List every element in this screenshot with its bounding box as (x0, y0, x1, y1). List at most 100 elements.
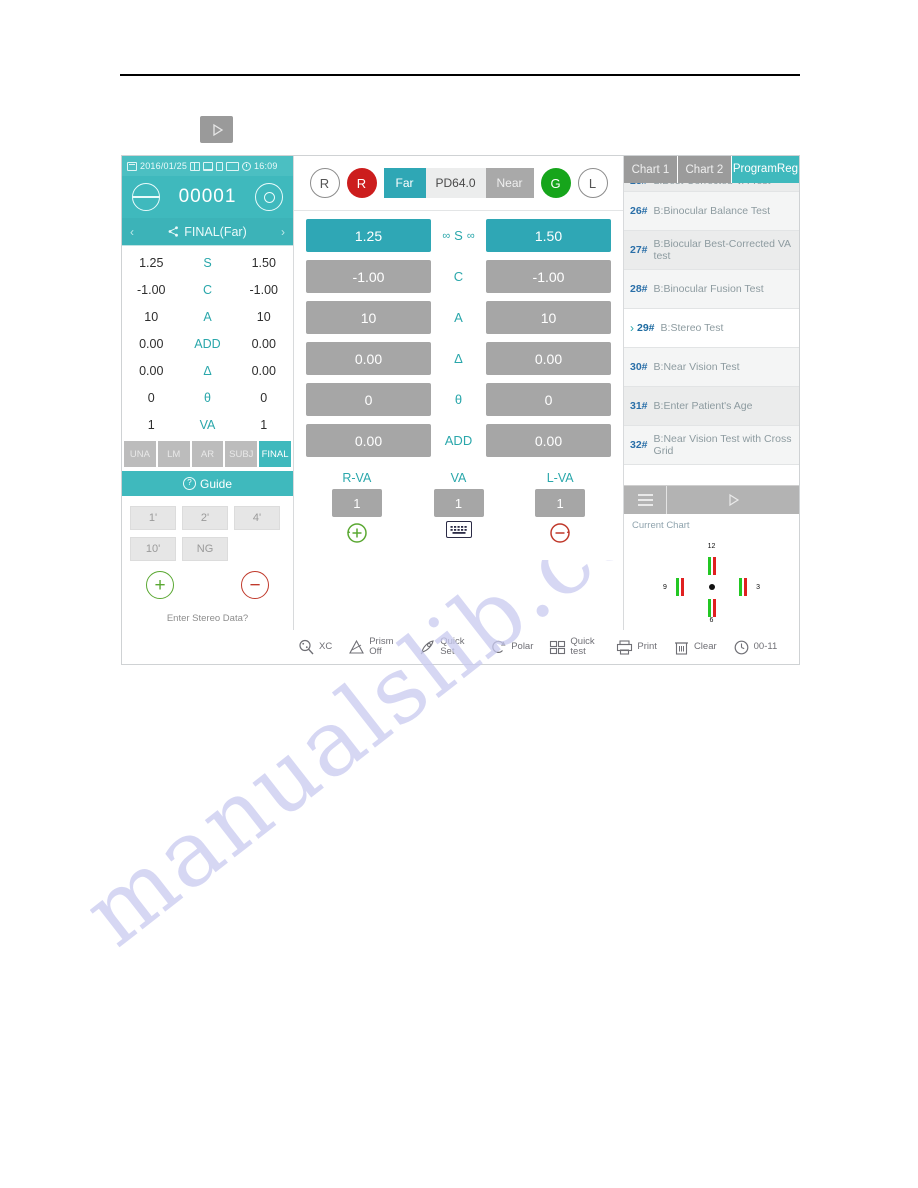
far-button[interactable]: Far (383, 168, 426, 198)
chevron-right-icon: › (630, 321, 634, 335)
tab-final[interactable]: FINAL (259, 441, 291, 467)
item-text: B:Binocular Fusion Test (653, 283, 764, 295)
nav-prev-button[interactable]: ‹ (130, 225, 134, 239)
left-panel: 2016/01/25 16:09 00001 ‹ FINAL(Far) › 1.… (122, 156, 294, 664)
row-right-value: 0 (147, 390, 155, 405)
left-value-s[interactable]: 1.50 (486, 219, 611, 252)
row-right-value: 0.00 (139, 336, 164, 351)
list-item[interactable]: 28# B:Binocular Fusion Test (624, 270, 799, 309)
tab-program-reg[interactable]: ProgramReg (731, 156, 800, 183)
list-item[interactable]: 26# B:Binocular Balance Test (624, 192, 799, 231)
left-value-prism[interactable]: 0.00 (486, 342, 611, 375)
eye-left-active-button[interactable]: G (540, 168, 571, 198)
list-item[interactable]: 31# B:Enter Patient's Age (624, 387, 799, 426)
patient-id: 00001 (178, 186, 237, 207)
tab-subj[interactable]: SUBJ (225, 441, 258, 467)
left-value-a[interactable]: 10 (486, 301, 611, 334)
row-right-value: 1 (147, 417, 155, 432)
list-item-selected[interactable]: › 29# B:Stereo Test (624, 309, 799, 348)
battery-icon (216, 161, 224, 171)
tab-una[interactable]: UNA (124, 441, 156, 467)
va-value-right[interactable]: 1 (331, 489, 382, 517)
table-row: 0.00 ADD 0.00 (122, 330, 293, 357)
guide-button-row: 1' 2' 4' (130, 506, 285, 530)
row-left-value: -1.00 (249, 282, 279, 297)
pd-value[interactable]: PD64.0 (425, 168, 486, 198)
guide-bar[interactable]: ? Guide (122, 471, 293, 496)
plus-circle-icon[interactable]: + (146, 571, 174, 599)
guide-button-10min[interactable]: 10' (130, 537, 176, 561)
mark-6: 6 (709, 617, 714, 624)
minus-circle-icon[interactable] (548, 521, 572, 545)
hamburger-icon[interactable] (624, 486, 667, 514)
clock-icon (734, 640, 749, 654)
list-item[interactable]: 27# B:Biocular Best-Corrected VA test (624, 231, 799, 270)
program-list[interactable]: 25# L:Best-Corrected VA Test 26# B:Binoc… (624, 183, 799, 485)
toolbar-timer[interactable]: 00-11 (733, 639, 777, 656)
guide-button-4min[interactable]: 4' (234, 506, 280, 530)
toolbar-quicktest-button[interactable]: Quick test (549, 637, 600, 657)
grid-icon (550, 640, 566, 654)
right-value-theta[interactable]: 0 (306, 383, 431, 416)
toolbar-label: Prism Off (369, 636, 394, 657)
nav-next-button[interactable]: › (281, 225, 285, 239)
toolbar-prism-button[interactable]: Prism Off (348, 637, 403, 657)
eye-left-outline-button[interactable]: L (577, 168, 608, 198)
plus-circle-icon[interactable] (345, 521, 369, 545)
guide-button-1min[interactable]: 1' (130, 506, 176, 530)
bars-bottom (707, 599, 716, 617)
calendar-icon (127, 161, 137, 171)
left-value-theta[interactable]: 0 (486, 383, 611, 416)
tab-lm[interactable]: LM (157, 441, 190, 467)
row-left-value: 0.00 (251, 336, 276, 351)
left-value-c[interactable]: -1.00 (486, 260, 611, 293)
toolbar-print-button[interactable]: Print (616, 639, 657, 656)
gear-icon[interactable] (255, 183, 283, 211)
right-value-s[interactable]: 1.25 (306, 219, 431, 252)
value-row-s: 1.25 ∞ S ∞ 1.50 (306, 219, 611, 252)
play-icon (212, 123, 223, 136)
va-label-binocular: VA (450, 471, 467, 485)
toolbar-polar-button[interactable]: Polar (490, 639, 533, 656)
clock-icon (242, 161, 252, 171)
list-item[interactable]: 25# L:Best-Corrected VA Test (624, 183, 799, 192)
tab-chart-1[interactable]: Chart 1 (624, 156, 678, 183)
minus-circle-icon[interactable]: − (241, 571, 269, 599)
guide-label: Guide (199, 476, 233, 491)
list-item[interactable]: 30# B:Near Vision Test (624, 348, 799, 387)
table-row: -1.00 C -1.00 (122, 276, 293, 303)
right-value-a[interactable]: 10 (306, 301, 431, 334)
toolbar-quickset-button[interactable]: Quick Set (419, 637, 474, 657)
right-value-prism[interactable]: 0.00 (306, 342, 431, 375)
item-number: 29# (637, 322, 655, 334)
right-value-add[interactable]: 0.00 (306, 424, 431, 457)
chart-device-icon (226, 161, 240, 171)
tab-ar[interactable]: AR (191, 441, 224, 467)
right-value-c[interactable]: -1.00 (306, 260, 431, 293)
center-header: R R Far PD64.0 Near G L (294, 156, 623, 211)
left-value-add[interactable]: 0.00 (486, 424, 611, 457)
measurement-nav: ‹ FINAL(Far) › (122, 218, 293, 246)
va-value-left[interactable]: 1 (535, 489, 586, 517)
guide-button-ng[interactable]: NG (182, 537, 228, 561)
guide-button-2min[interactable]: 2' (182, 506, 228, 530)
nav-title: FINAL(Far) (184, 224, 247, 239)
row-key: A (203, 309, 212, 324)
hamburger-icon[interactable] (132, 183, 160, 211)
eye-right-outline-button[interactable]: R (309, 168, 340, 198)
eye-right-active-button[interactable]: R (346, 168, 377, 198)
tab-chart-2[interactable]: Chart 2 (677, 156, 732, 183)
item-text: B:Near Vision Test (653, 361, 740, 373)
row-left-value: 1.50 (251, 255, 276, 270)
item-number: 32# (630, 439, 648, 451)
va-value-binocular[interactable]: 1 (433, 489, 484, 517)
list-item[interactable]: 32# B:Near Vision Test with Cross Grid (624, 426, 799, 465)
toolbar-clear-button[interactable]: Clear (673, 639, 717, 656)
floating-play-button[interactable] (200, 116, 233, 143)
near-button[interactable]: Near (485, 168, 534, 198)
play-button[interactable] (667, 486, 799, 514)
row-left-value: 0 (260, 390, 268, 405)
toolbar-xc-button[interactable]: XC (298, 639, 332, 656)
keyboard-icon[interactable] (445, 521, 472, 538)
row-left-value: 1 (260, 417, 268, 432)
